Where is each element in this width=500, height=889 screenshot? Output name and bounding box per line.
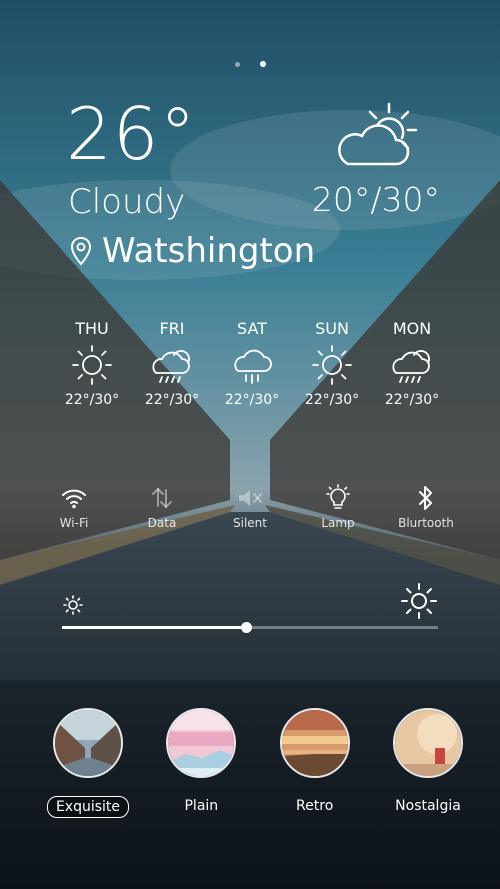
toggle-lamp[interactable]: Lamp xyxy=(294,484,382,530)
theme-label: Plain xyxy=(184,798,219,814)
toggle-label: Wi-Fi xyxy=(59,516,89,530)
theme-option[interactable]: Retro xyxy=(265,708,365,818)
brightness-low-icon xyxy=(63,595,83,615)
theme-option[interactable]: Plain xyxy=(151,708,251,818)
quick-toggles: Wi-Fi Data Silent Lamp Blurtooth xyxy=(30,484,470,530)
forecast-temp: 22°/30° xyxy=(304,392,360,408)
toggle-bluetooth[interactable]: Blurtooth xyxy=(382,484,470,530)
forecast-temp: 22°/30° xyxy=(384,392,440,408)
toggle-wifi[interactable]: Wi-Fi xyxy=(30,484,118,530)
forecast-day[interactable]: SUN 22°/30° xyxy=(292,318,372,410)
wifi-icon xyxy=(30,484,118,512)
forecast-temp: 22°/30° xyxy=(224,392,280,408)
forecast-day-name: MON xyxy=(392,319,432,338)
forecast-day[interactable]: MON 22°/30° xyxy=(372,318,452,410)
toggle-label: Silent xyxy=(233,516,267,530)
location-pin-icon xyxy=(70,236,92,266)
theme-label: Retro xyxy=(296,798,334,814)
location-name: Watshington xyxy=(102,231,316,271)
sun-icon xyxy=(52,340,132,390)
theme-picker: Exquisite Plain Retro Nostalgia xyxy=(38,708,478,818)
theme-thumbnail-exquisite[interactable] xyxy=(53,708,123,778)
partly-cloudy-icon xyxy=(334,100,424,176)
theme-thumbnail-retro[interactable] xyxy=(279,708,350,778)
cloud-rain-icon xyxy=(132,340,212,390)
forecast-temp: 22°/30° xyxy=(64,392,120,408)
forecast-temp: 22°/30° xyxy=(144,392,200,408)
toggle-label: Data xyxy=(147,516,177,530)
theme-label: Exquisite xyxy=(46,796,130,818)
lamp-icon xyxy=(294,484,382,512)
weather-condition: Cloudy xyxy=(68,182,186,222)
forecast-row: THU 22°/30° FRI 22°/30° SAT 22°/30° SUN … xyxy=(52,318,452,410)
toggle-label: Lamp xyxy=(321,516,355,530)
toggle-label: Blurtooth xyxy=(398,516,454,530)
page-dot[interactable] xyxy=(234,62,240,67)
current-temperature: 26° xyxy=(66,92,197,176)
forecast-day-name: SAT xyxy=(237,319,267,338)
forecast-day-name: SUN xyxy=(315,319,349,338)
sun-icon xyxy=(292,340,372,390)
theme-thumbnail-nostalgia[interactable] xyxy=(392,708,463,778)
toggle-silent[interactable]: Silent xyxy=(206,484,294,530)
data-icon xyxy=(118,484,206,512)
temperature-range: 20°/30° xyxy=(311,180,440,219)
theme-label: Nostalgia xyxy=(395,798,461,814)
bluetooth-icon xyxy=(382,484,470,512)
theme-option[interactable]: Nostalgia xyxy=(378,708,478,818)
toggle-data[interactable]: Data xyxy=(118,484,206,530)
cloud-rain-icon xyxy=(372,340,452,390)
forecast-day[interactable]: SAT 22°/30° xyxy=(212,318,292,410)
forecast-day[interactable]: FRI 22°/30° xyxy=(132,318,212,410)
location[interactable]: Watshington xyxy=(70,230,315,272)
brightness-high-icon xyxy=(401,583,437,619)
forecast-day-name: THU xyxy=(75,319,109,338)
page-indicator xyxy=(0,52,500,71)
forecast-day[interactable]: THU 22°/30° xyxy=(52,318,132,410)
brightness-slider[interactable] xyxy=(62,622,438,633)
rain-cloud-icon xyxy=(212,340,292,390)
forecast-day-name: FRI xyxy=(159,319,185,338)
theme-thumbnail-plain[interactable] xyxy=(166,708,237,778)
page-dot-active[interactable] xyxy=(259,61,266,67)
brightness-fill xyxy=(62,626,247,629)
speaker-icon xyxy=(206,484,294,512)
theme-option[interactable]: Exquisite xyxy=(38,708,138,818)
